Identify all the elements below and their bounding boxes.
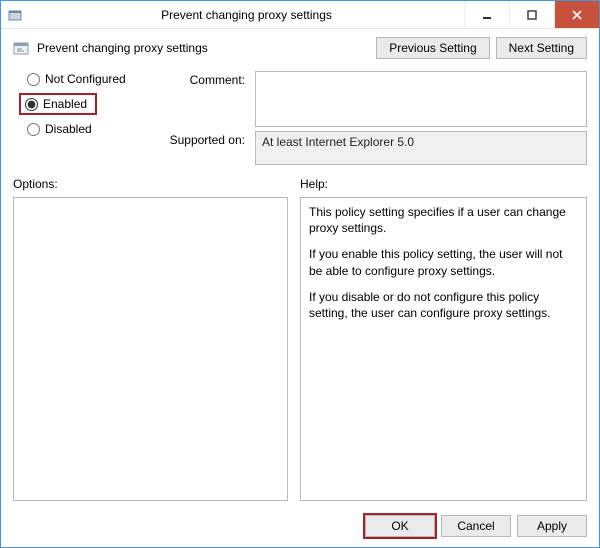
radio-disabled-label: Disabled: [45, 122, 92, 136]
options-pane[interactable]: [13, 197, 288, 501]
help-paragraph-3: If you disable or do not configure this …: [309, 289, 578, 321]
titlebar: Prevent changing proxy settings: [1, 1, 599, 29]
radio-disabled[interactable]: Disabled: [25, 121, 163, 137]
ok-button[interactable]: OK: [365, 515, 435, 537]
policy-editor-window: Prevent changing proxy settings Pr: [0, 0, 600, 548]
apply-button[interactable]: Apply: [517, 515, 587, 537]
radio-not-configured-input[interactable]: [27, 73, 40, 86]
header-row: Prevent changing proxy settings Previous…: [13, 37, 587, 59]
window-controls: [464, 1, 599, 28]
state-radio-group: Not Configured Enabled Disabled: [13, 71, 163, 137]
help-paragraph-1: This policy setting specifies if a user …: [309, 204, 578, 236]
help-pane[interactable]: This policy setting specifies if a user …: [300, 197, 587, 501]
help-label: Help:: [300, 177, 328, 191]
radio-not-configured-label: Not Configured: [45, 72, 126, 86]
client-area: Prevent changing proxy settings Previous…: [1, 29, 599, 547]
minimize-button[interactable]: [464, 1, 509, 28]
lower-panes: This policy setting specifies if a user …: [13, 197, 587, 501]
radio-not-configured[interactable]: Not Configured: [25, 71, 163, 87]
config-grid: Not Configured Enabled Disabled Comment:…: [13, 71, 587, 165]
radio-enabled-label: Enabled: [43, 97, 87, 111]
radio-enabled-input[interactable]: [25, 98, 38, 111]
supported-on-value: At least Internet Explorer 5.0: [255, 131, 587, 165]
window-title: Prevent changing proxy settings: [29, 1, 464, 28]
previous-setting-button[interactable]: Previous Setting: [376, 37, 489, 59]
help-paragraph-2: If you enable this policy setting, the u…: [309, 246, 578, 278]
comment-input[interactable]: [255, 71, 587, 127]
supported-on-label: Supported on:: [169, 131, 249, 147]
maximize-button[interactable]: [509, 1, 554, 28]
close-button[interactable]: [554, 1, 599, 28]
next-setting-button[interactable]: Next Setting: [496, 37, 587, 59]
lower-labels: Options: Help:: [13, 177, 587, 191]
comment-label: Comment:: [169, 71, 249, 87]
policy-icon: [13, 40, 29, 56]
options-label: Options:: [13, 177, 288, 191]
app-icon: [1, 1, 29, 28]
radio-enabled[interactable]: Enabled: [19, 93, 97, 115]
dialog-buttons: OK Cancel Apply: [13, 507, 587, 537]
cancel-button[interactable]: Cancel: [441, 515, 511, 537]
radio-disabled-input[interactable]: [27, 123, 40, 136]
nav-buttons: Previous Setting Next Setting: [376, 37, 587, 59]
setting-title: Prevent changing proxy settings: [37, 41, 368, 55]
